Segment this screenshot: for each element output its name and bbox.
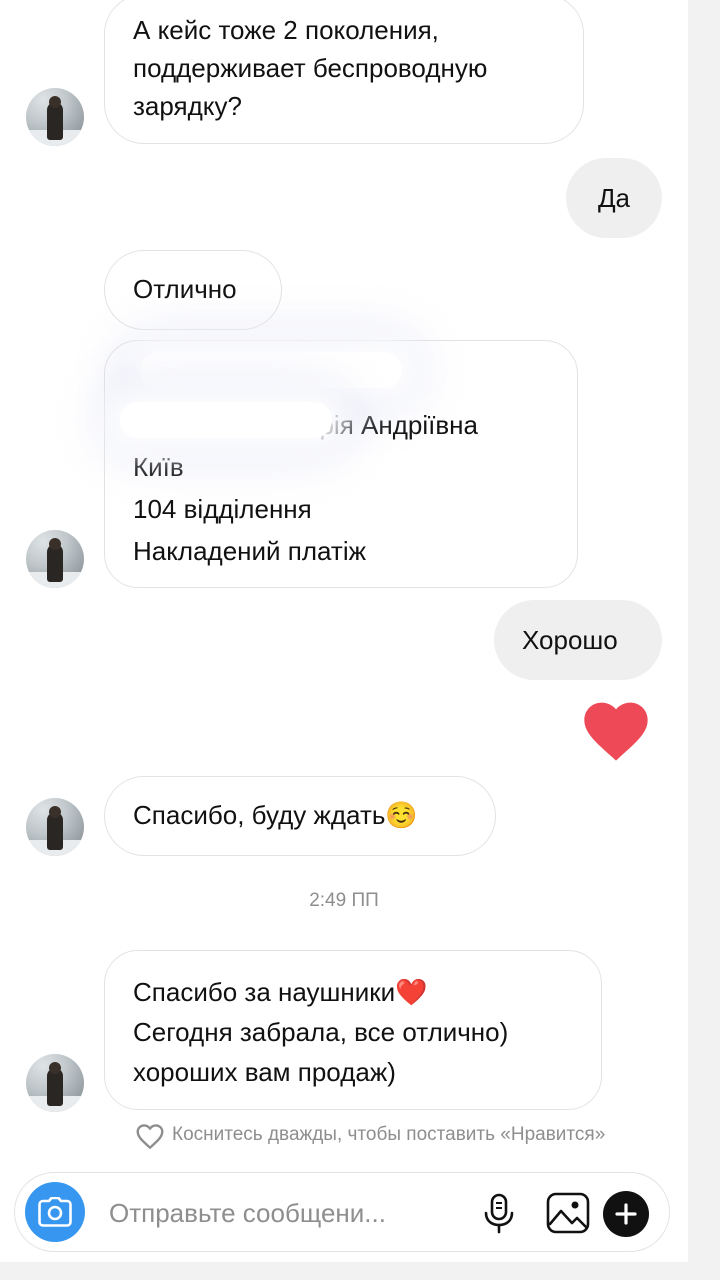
avatar[interactable] (26, 798, 84, 856)
heart-outline-icon[interactable] (134, 1120, 166, 1150)
message-text: хороших вам продаж) (133, 1057, 396, 1087)
like-hint[interactable]: Коснитесь дважды, чтобы поставить «Нрави… (134, 1120, 605, 1150)
message-text: Сегодня забрала, все отлично) (133, 1017, 509, 1047)
message-text: 104 відділення (133, 494, 312, 524)
gallery-button[interactable] (545, 1191, 591, 1235)
microphone-button[interactable] (477, 1191, 521, 1235)
message-timestamp: 2:49 ПП (309, 890, 379, 911)
avatar[interactable] (26, 1054, 84, 1112)
message-text: Да (597, 183, 631, 213)
message-bubble-outgoing[interactable]: Да (566, 158, 662, 238)
redaction-blur (140, 352, 402, 388)
camera-icon (38, 1197, 72, 1227)
like-hint-text: Коснитесь дважды, чтобы поставить «Нрави… (172, 1124, 606, 1145)
plus-icon (615, 1203, 637, 1225)
message-text: Накладений платіж (133, 536, 367, 566)
message-text: Отлично (133, 274, 237, 304)
message-bubble-incoming[interactable]: Спасибо, буду ждать☺️ (104, 776, 496, 856)
message-text: зарядку? (133, 91, 242, 121)
avatar[interactable] (26, 530, 84, 588)
message-bubble-incoming[interactable]: А кейс тоже 2 поколения, поддерживает бе… (104, 0, 584, 144)
message-input[interactable] (109, 1193, 439, 1233)
message-bubble-incoming[interactable]: Отлично (104, 250, 282, 330)
camera-button[interactable] (25, 1182, 85, 1242)
redaction-blur (120, 402, 332, 438)
screen-edge-right (688, 0, 720, 1280)
message-text: Київ (133, 452, 184, 482)
plus-button[interactable] (603, 1191, 649, 1237)
avatar[interactable] (26, 88, 84, 146)
heart-reaction-icon[interactable] (578, 692, 654, 764)
gallery-icon (546, 1192, 590, 1234)
microphone-icon (484, 1193, 514, 1234)
screen-edge-bottom (0, 1262, 720, 1280)
message-text: Хорошо (522, 625, 618, 655)
message-composer (14, 1172, 670, 1252)
message-text: Спасибо, буду ждать☺️ (133, 800, 418, 830)
message-text: Спасибо за наушники❤️ (133, 977, 428, 1007)
message-bubble-outgoing[interactable]: Хорошо (494, 600, 662, 680)
message-bubble-incoming[interactable]: Спасибо за наушники❤️ Сегодня забрала, в… (104, 950, 602, 1110)
message-text: поддерживает беспроводную (133, 53, 488, 83)
message-text: А кейс тоже 2 поколения, (133, 15, 439, 45)
